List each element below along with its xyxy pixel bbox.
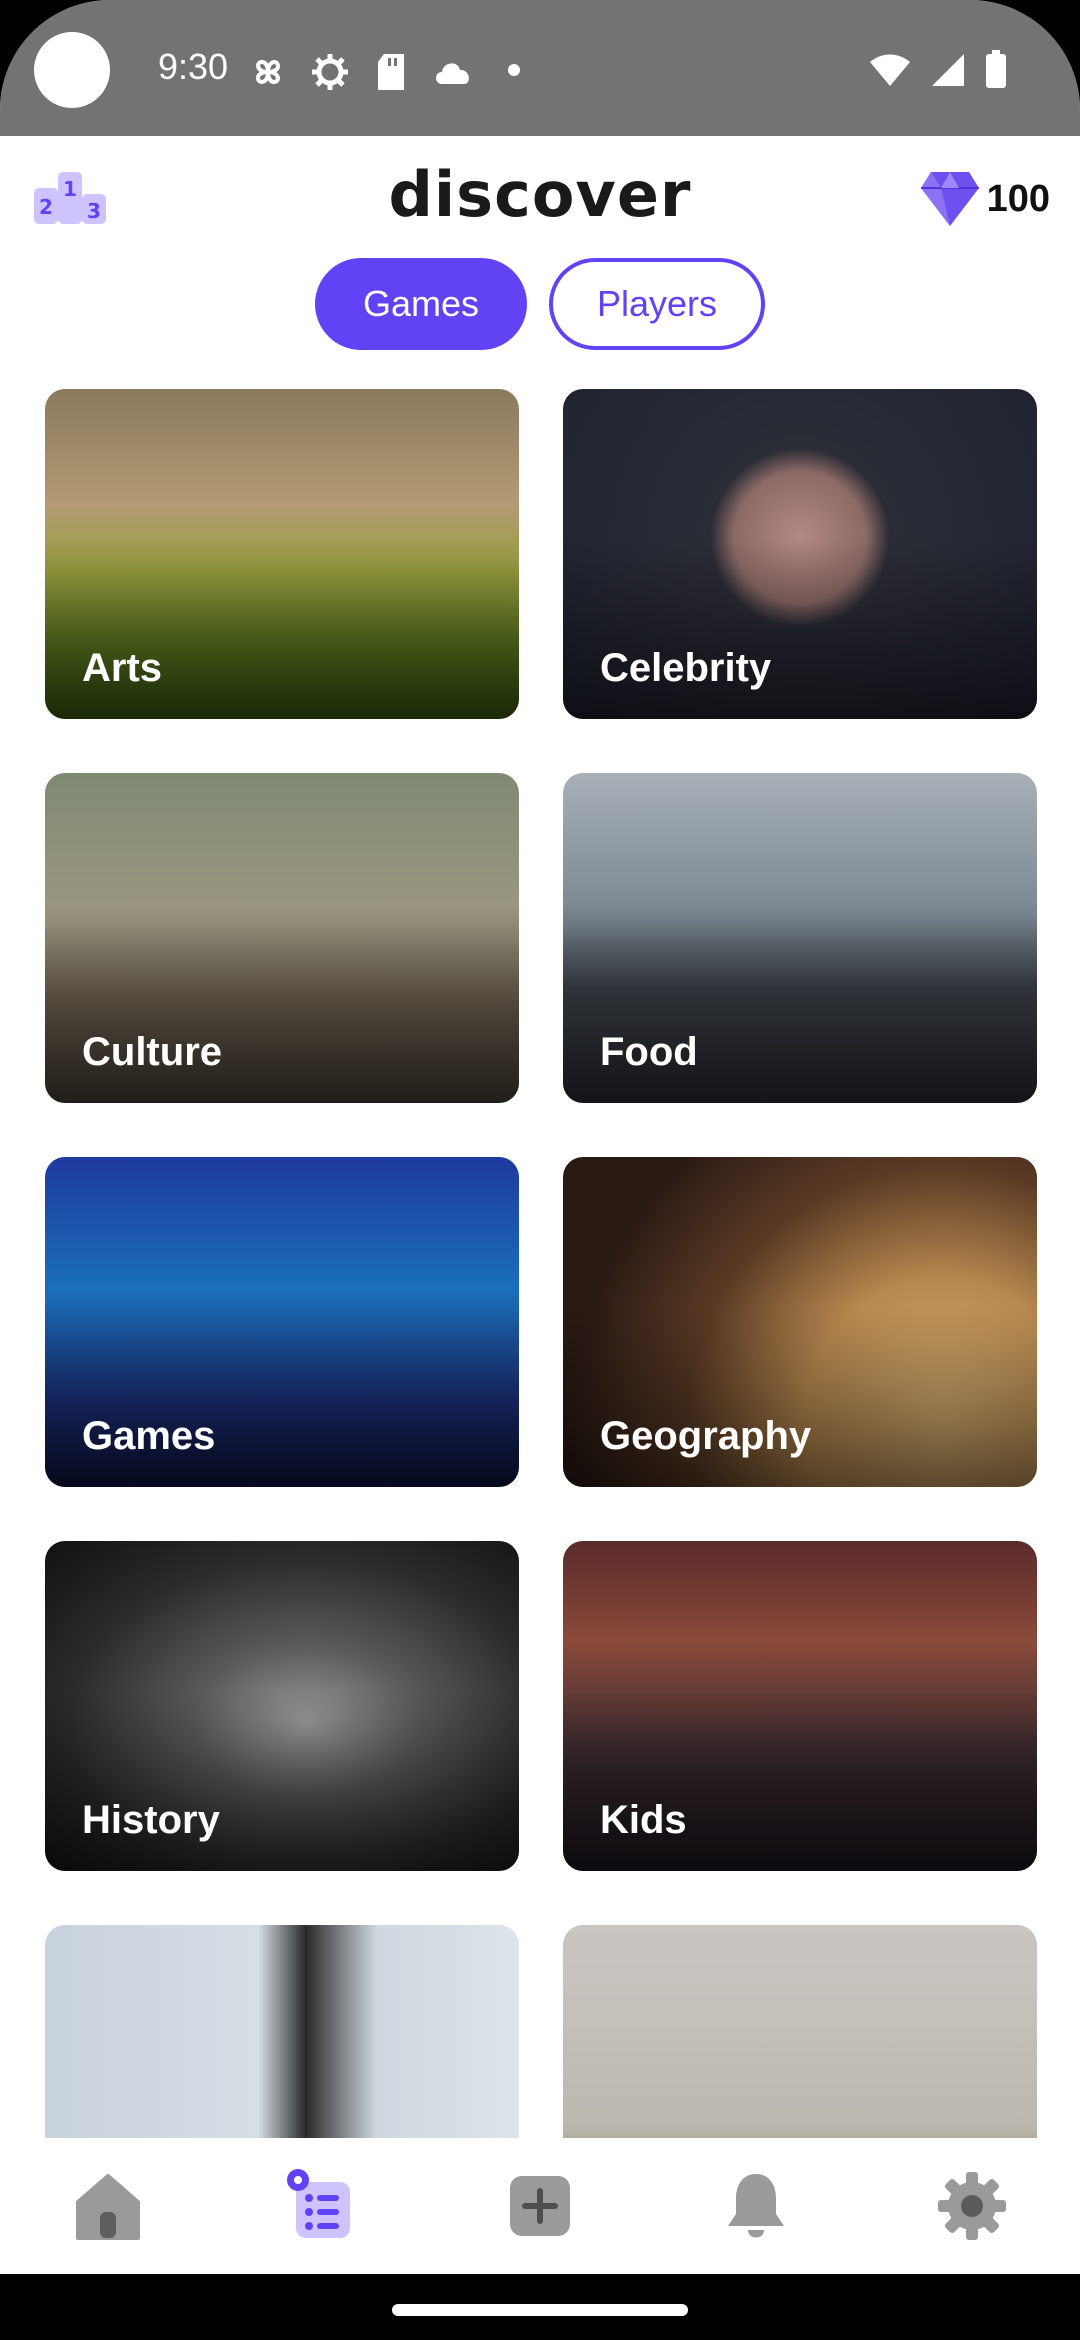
tab-players[interactable]: Players — [549, 258, 765, 350]
gesture-bar — [0, 2274, 1080, 2340]
sd-card-icon — [378, 54, 404, 90]
category-label: Arts — [82, 646, 163, 690]
camera-cutout — [34, 32, 110, 108]
app-screen: 9:30 2 1 3 discover 100 Games Players Ar… — [0, 0, 1080, 2340]
category-label: Culture — [82, 1030, 222, 1074]
category-card-kids[interactable]: Kids — [563, 1541, 1037, 1871]
category-label: Geography — [600, 1414, 812, 1458]
category-card-food[interactable]: Food — [563, 773, 1037, 1103]
gems-balance[interactable]: 100 — [919, 170, 1050, 228]
home-indicator[interactable] — [392, 2304, 688, 2316]
add-icon[interactable] — [502, 2168, 578, 2244]
bottom-navigation — [0, 2138, 1080, 2274]
status-right — [868, 50, 1008, 90]
diamond-icon — [920, 172, 979, 226]
category-card-math[interactable] — [45, 1925, 519, 2139]
list-icon — [287, 2169, 350, 2238]
category-label: Games — [82, 1414, 216, 1458]
card-image — [563, 1925, 1037, 2139]
signal-icon — [932, 54, 964, 86]
category-card-celebrity[interactable]: Celebrity — [563, 389, 1037, 719]
tab-games[interactable]: Games — [315, 258, 527, 350]
category-card-lifestyle[interactable] — [563, 1925, 1037, 2139]
cloud-icon — [436, 63, 469, 84]
home-icon[interactable] — [70, 2168, 146, 2244]
nav-discover[interactable] — [284, 2168, 360, 2244]
settings-icon[interactable] — [934, 2168, 1010, 2244]
gems-count: 100 — [986, 177, 1050, 220]
battery-icon — [986, 50, 1006, 88]
category-card-arts[interactable]: Arts — [45, 389, 519, 719]
category-card-culture[interactable]: Culture — [45, 773, 519, 1103]
segmented-tabs: Games Players — [0, 258, 1080, 350]
category-label: Kids — [600, 1798, 687, 1842]
status-time: 9:30 — [158, 46, 229, 87]
category-card-history[interactable]: History — [45, 1541, 519, 1871]
category-card-geography[interactable]: Geography — [563, 1157, 1037, 1487]
gear-status-icon — [312, 54, 348, 90]
category-card-games[interactable]: Games — [45, 1157, 519, 1487]
category-grid: Arts Celebrity Culture Food Games Geogra… — [45, 389, 1037, 2139]
category-label: Celebrity — [600, 646, 772, 690]
header: 2 1 3 discover 100 — [0, 136, 1080, 256]
card-image — [45, 1925, 519, 2139]
wifi-icon — [870, 54, 910, 86]
pinwheel-icon — [255, 59, 281, 85]
bell-icon[interactable] — [718, 2168, 794, 2244]
category-label: History — [82, 1798, 220, 1842]
category-label: Food — [600, 1030, 698, 1074]
status-bar: 9:30 — [0, 0, 1080, 136]
notification-dot-icon — [508, 64, 520, 76]
